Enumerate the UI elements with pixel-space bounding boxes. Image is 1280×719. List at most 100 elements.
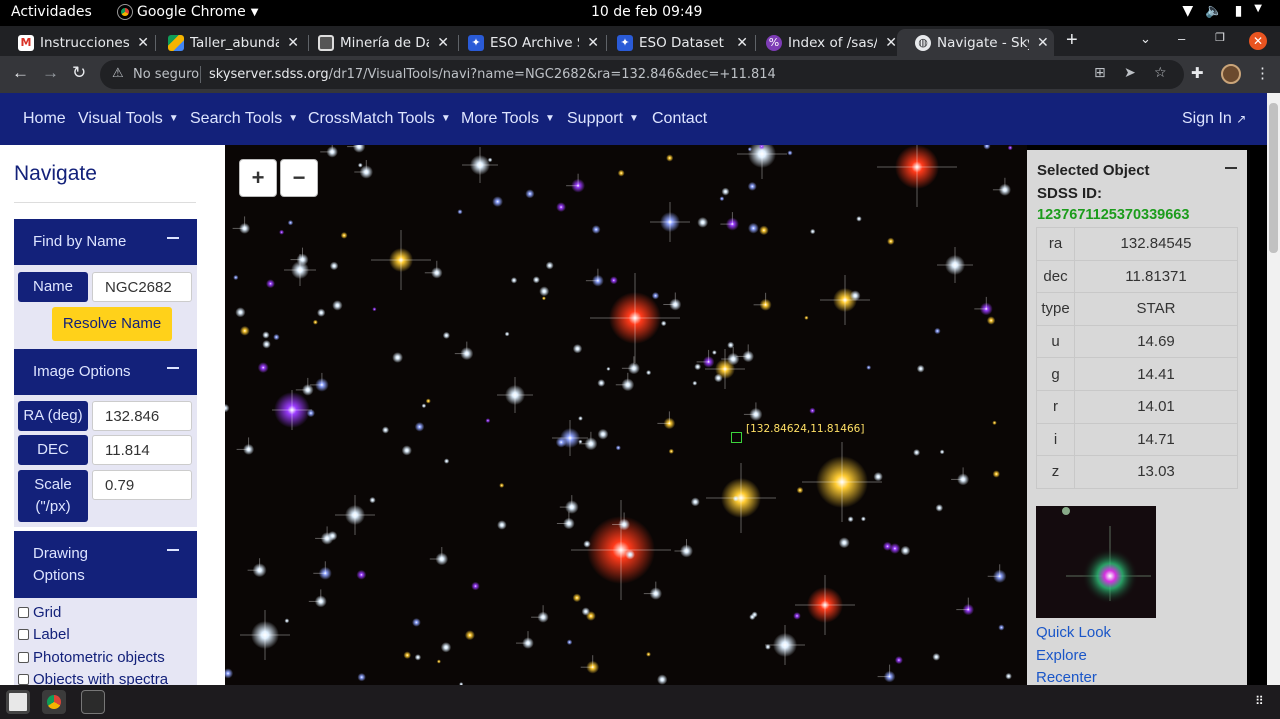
close-icon[interactable]: ✕ bbox=[587, 35, 599, 51]
tab-navigate-sky[interactable]: ◍ Navigate - Sky ✕ bbox=[897, 29, 1054, 56]
label-checkbox-row[interactable]: Label bbox=[18, 626, 70, 643]
more-menu-icon[interactable]: ⋮ bbox=[1255, 64, 1270, 82]
bookmark-star-icon[interactable]: ☆ bbox=[1154, 65, 1167, 81]
star bbox=[412, 618, 421, 627]
apps-grid-icon[interactable]: ⠿ bbox=[1255, 694, 1264, 708]
star bbox=[1005, 672, 1012, 680]
forward-icon[interactable]: → bbox=[42, 63, 59, 83]
collapse-icon[interactable] bbox=[167, 367, 179, 369]
nav-support[interactable]: Support ▼ bbox=[567, 110, 639, 128]
tab-index-sas[interactable]: % Index of /sas/ ✕ bbox=[748, 29, 897, 56]
minimize-icon[interactable]: – bbox=[1178, 31, 1185, 46]
files-icon[interactable] bbox=[6, 690, 30, 714]
nav-more-tools[interactable]: More Tools ▼ bbox=[461, 110, 555, 128]
nav-crossmatch-tools[interactable]: CrossMatch Tools ▼ bbox=[308, 110, 451, 128]
warning-icon[interactable]: ⚠ bbox=[112, 66, 124, 81]
target-marker[interactable] bbox=[731, 432, 742, 443]
property-row: g 14.41 bbox=[1036, 357, 1238, 391]
nav-contact[interactable]: Contact bbox=[652, 110, 707, 128]
scale-unit-text: ("/px) bbox=[35, 498, 71, 515]
send-icon[interactable]: ➤ bbox=[1124, 65, 1136, 81]
label-checkbox[interactable] bbox=[18, 629, 29, 640]
clock[interactable]: 10 de feb 09:49 bbox=[591, 4, 702, 20]
extensions-puzzle-icon[interactable]: ✚ bbox=[1191, 64, 1204, 82]
star-field-image[interactable] bbox=[225, 145, 1027, 685]
nav-search-tools[interactable]: Search Tools ▼ bbox=[190, 110, 298, 128]
ra-input[interactable] bbox=[92, 401, 192, 431]
tab-mineria[interactable]: Minería de Da ✕ bbox=[300, 29, 449, 56]
collapse-icon[interactable] bbox=[1225, 167, 1237, 169]
chrome-taskbar-icon[interactable] bbox=[42, 690, 66, 714]
security-label[interactable]: No seguro bbox=[133, 67, 199, 82]
page-scrollbar[interactable] bbox=[1267, 93, 1280, 685]
star bbox=[556, 202, 566, 212]
translate-icon[interactable]: ⊞ bbox=[1094, 65, 1106, 81]
collapse-icon[interactable] bbox=[167, 237, 179, 239]
close-icon[interactable]: ✕ bbox=[287, 35, 299, 51]
title-divider bbox=[14, 202, 196, 203]
explore-link[interactable]: Explore bbox=[1036, 647, 1087, 664]
photometric-checkbox[interactable] bbox=[18, 652, 29, 663]
url-host: skyserver.sdss.org bbox=[209, 67, 329, 82]
restore-icon[interactable]: ❐ bbox=[1215, 31, 1225, 44]
property-value: 14.71 bbox=[1074, 422, 1238, 457]
find-by-name-header[interactable]: Find by Name bbox=[14, 219, 197, 265]
tab-search-icon[interactable]: ⌄ bbox=[1140, 31, 1151, 47]
drawing-options-header[interactable]: Drawing Options bbox=[14, 531, 197, 598]
sky-image-viewer[interactable]: + − [132.84624,11.81466] bbox=[225, 145, 1027, 685]
close-icon[interactable]: ✕ bbox=[137, 35, 149, 51]
close-icon[interactable]: ✕ bbox=[1037, 35, 1049, 51]
terminal-icon[interactable] bbox=[81, 690, 105, 714]
tab-eso-archive[interactable]: ✦ ESO Archive S ✕ bbox=[450, 29, 599, 56]
sign-in-link[interactable]: Sign In ↗ bbox=[1182, 110, 1246, 128]
tab-label: ESO Archive S bbox=[490, 34, 580, 51]
nav-home[interactable]: Home bbox=[23, 110, 66, 128]
star bbox=[804, 315, 809, 320]
property-key: i bbox=[1036, 422, 1075, 457]
star bbox=[666, 154, 674, 162]
object-thumbnail[interactable] bbox=[1036, 506, 1156, 618]
zoom-in-button[interactable]: + bbox=[239, 159, 277, 197]
system-tray[interactable]: ▼ 🔈 ▮ ▼ bbox=[1182, 3, 1262, 19]
collapse-icon[interactable] bbox=[167, 549, 179, 551]
zoom-out-button[interactable]: − bbox=[280, 159, 318, 197]
nav-label: Search Tools bbox=[190, 110, 283, 127]
app-menu[interactable]: Google Chrome ▼ bbox=[117, 4, 258, 20]
close-icon[interactable]: ✕ bbox=[885, 35, 897, 51]
resolve-name-button[interactable]: Resolve Name bbox=[52, 307, 172, 341]
nav-visual-tools[interactable]: Visual Tools ▼ bbox=[78, 110, 179, 128]
close-icon[interactable]: ✕ bbox=[437, 35, 449, 51]
image-options-header[interactable]: Image Options bbox=[14, 349, 197, 395]
new-tab-icon[interactable]: + bbox=[1066, 29, 1078, 52]
nav-label: Visual Tools bbox=[78, 110, 163, 127]
grid-checkbox[interactable] bbox=[18, 607, 29, 618]
star bbox=[287, 220, 294, 226]
dec-input[interactable] bbox=[92, 435, 192, 465]
url-text[interactable]: skyserver.sdss.org/dr17/VisualTools/navi… bbox=[209, 67, 776, 82]
star bbox=[357, 673, 366, 682]
activities-button[interactable]: Actividades bbox=[11, 4, 92, 20]
grid-checkbox-row[interactable]: Grid bbox=[18, 604, 61, 621]
star bbox=[615, 445, 621, 451]
reload-icon[interactable]: ↻ bbox=[72, 63, 86, 83]
address-bar[interactable]: ⚠ No seguro skyserver.sdss.org/dr17/Visu… bbox=[100, 60, 1184, 89]
star bbox=[436, 659, 441, 664]
name-input[interactable] bbox=[92, 272, 192, 302]
spectra-checkbox-row[interactable]: Objects with spectra bbox=[18, 671, 168, 685]
photometric-checkbox-row[interactable]: Photometric objects bbox=[18, 649, 165, 666]
star bbox=[856, 216, 862, 222]
quick-look-link[interactable]: Quick Look bbox=[1036, 624, 1111, 641]
profile-avatar[interactable] bbox=[1221, 64, 1241, 84]
recenter-link[interactable]: Recenter bbox=[1036, 669, 1097, 685]
tab-taller[interactable]: Taller_abunda ✕ bbox=[150, 29, 299, 56]
scale-input[interactable] bbox=[92, 470, 192, 500]
close-icon[interactable]: ✕ bbox=[736, 35, 748, 51]
window-close-icon[interactable]: ✕ bbox=[1249, 32, 1267, 50]
back-icon[interactable]: ← bbox=[12, 63, 29, 83]
spectra-checkbox[interactable] bbox=[18, 674, 29, 685]
scrollbar-thumb[interactable] bbox=[1269, 103, 1278, 253]
star bbox=[935, 504, 944, 512]
tab-instrucciones[interactable]: M Instrucciones ✕ bbox=[0, 29, 149, 56]
tab-eso-dataset[interactable]: ✦ ESO Dataset ✕ bbox=[599, 29, 748, 56]
battery-icon: ▮ bbox=[1234, 3, 1243, 19]
